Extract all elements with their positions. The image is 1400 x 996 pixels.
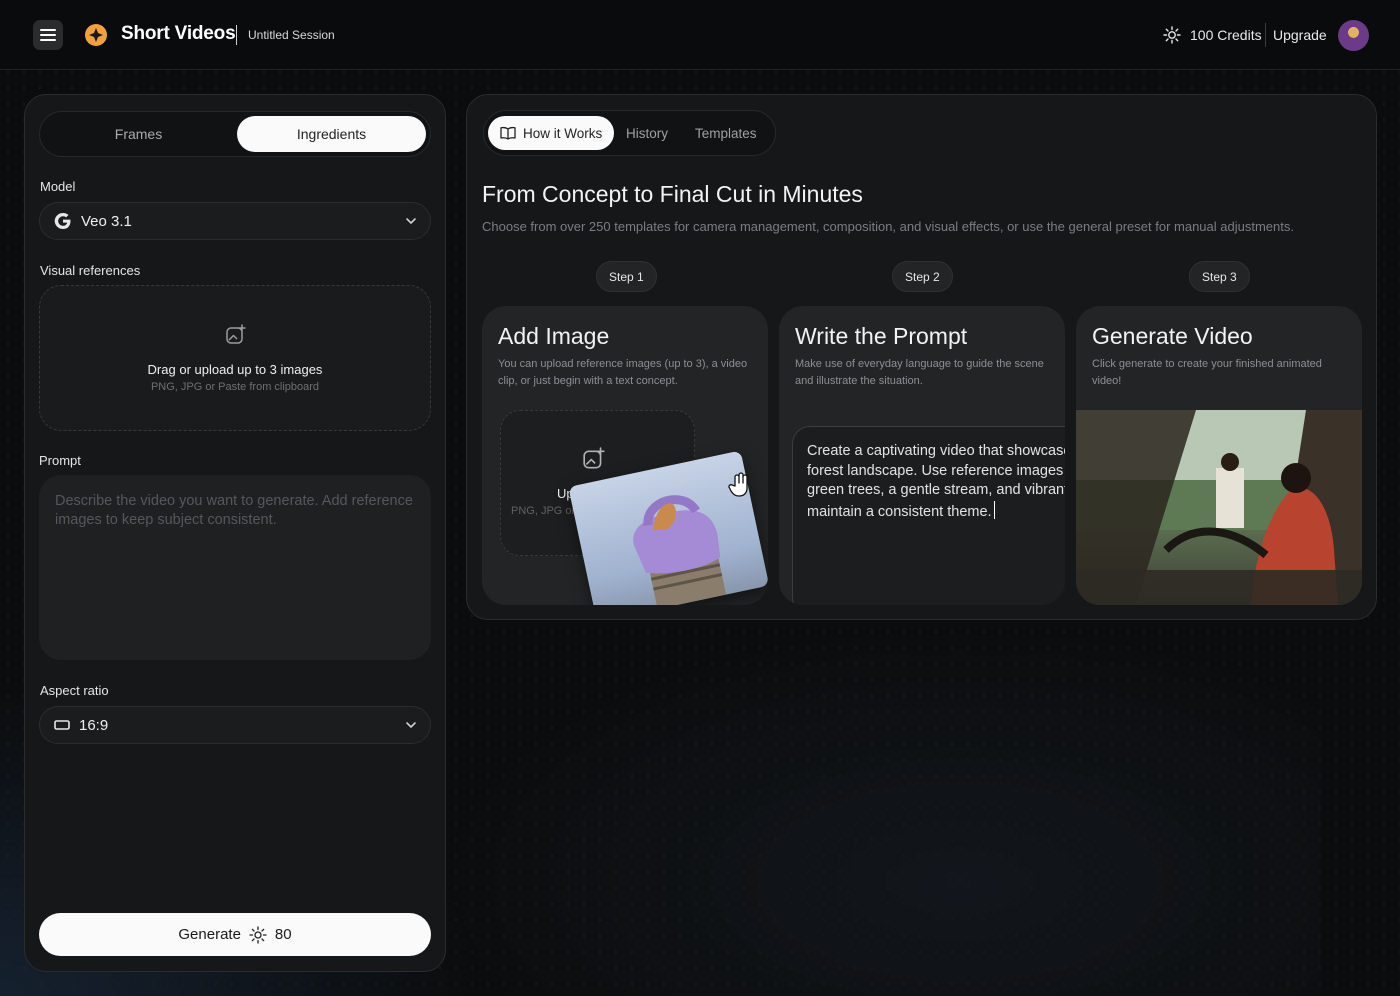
add-image-icon — [583, 447, 605, 469]
aspect-ratio-icon — [54, 720, 70, 730]
prompt-example: Create a captivating video that showcase… — [792, 426, 1065, 605]
model-label: Model — [40, 179, 76, 194]
tab-frames[interactable]: Frames — [44, 116, 233, 152]
prompt-line: Create a captivating video that showcase… — [807, 443, 1065, 459]
app-title: Short Videos — [121, 23, 236, 44]
step-card-generate-video: Generate Video Click generate to create … — [1076, 306, 1362, 605]
prompt-line: maintain a consistent theme. — [807, 503, 992, 520]
text-caret — [993, 500, 996, 519]
sparkle-icon — [1163, 26, 1181, 44]
card-description: Click generate to create your finished a… — [1092, 358, 1322, 387]
chevron-down-icon — [406, 722, 416, 729]
prompt-label: Prompt — [39, 453, 81, 468]
card-title: Generate Video — [1092, 323, 1253, 349]
card-title: Write the Prompt — [795, 323, 968, 349]
generate-cost: 80 — [274, 926, 292, 943]
how-it-works-panel: How it Works History Templates From Conc… — [466, 94, 1377, 620]
prompt-line: forest landscape. Use reference images o… — [807, 462, 1065, 479]
card-description: You can upload reference images (up to 3… — [498, 358, 748, 387]
section-subtitle: Choose from over 250 templates for camer… — [482, 219, 1294, 234]
tab-history[interactable]: History — [626, 116, 668, 150]
prompt-input[interactable]: Describe the video you want to generate.… — [39, 475, 431, 660]
credits-count: 100 Credits — [1190, 27, 1262, 43]
sparkle-icon — [249, 925, 267, 944]
aspect-ratio-select[interactable]: 16:9 — [39, 706, 431, 744]
section-title: From Concept to Final Cut in Minutes — [482, 181, 863, 207]
visual-references-label: Visual references — [40, 263, 141, 278]
generate-button[interactable]: Generate 80 — [39, 913, 431, 956]
step-card-add-image: Add Image You can upload reference image… — [482, 306, 768, 605]
tab-ingredients[interactable]: Ingredients — [237, 116, 426, 152]
aspect-ratio-label: Aspect ratio — [40, 683, 109, 698]
card-description: Make use of everyday language to guide t… — [795, 358, 1044, 387]
google-icon — [54, 213, 71, 229]
logo-icon — [85, 24, 107, 46]
settings-panel: Frames Ingredients Model Veo 3.1 Visual … — [24, 94, 446, 972]
mode-switch: Frames Ingredients — [39, 111, 431, 157]
hand-cursor-icon — [728, 472, 748, 497]
avatar[interactable] — [1338, 20, 1369, 51]
add-image-icon — [226, 324, 246, 344]
book-icon — [500, 126, 516, 140]
prompt-line: green trees, a gentle stream, and vibran… — [807, 482, 1065, 498]
dropzone-hint: PNG, JPG or Paste from clipboard — [150, 381, 320, 393]
model-select[interactable]: Veo 3.1 — [39, 202, 431, 240]
top-bar: Short Videos Untitled Session 100 Credit… — [0, 0, 1400, 70]
dropzone-title: Drag or upload up to 3 images — [147, 362, 323, 377]
chevron-down-icon — [406, 218, 416, 225]
menu-button[interactable] — [33, 20, 63, 50]
content-tabs: How it Works History Templates — [483, 110, 776, 156]
title-divider — [236, 25, 237, 45]
reference-dropzone[interactable]: Drag or upload up to 3 images PNG, JPG o… — [39, 285, 431, 431]
tab-how-it-works[interactable]: How it Works — [488, 116, 615, 150]
generate-label: Generate — [178, 926, 241, 943]
card-title: Add Image — [498, 323, 610, 349]
sample-video-frame — [1076, 410, 1362, 605]
tab-how-it-works-label: How it Works — [523, 125, 603, 141]
step-2-badge: Step 2 — [892, 261, 953, 292]
upgrade-link[interactable]: Upgrade — [1273, 27, 1327, 43]
menu-icon — [40, 29, 56, 41]
model-value: Veo 3.1 — [81, 212, 132, 230]
step-1-badge: Step 1 — [596, 261, 657, 292]
header-divider — [1265, 23, 1266, 47]
session-name[interactable]: Untitled Session — [248, 28, 335, 42]
step-card-write-prompt: Write the Prompt Make use of everyday la… — [779, 306, 1065, 605]
step-3-badge: Step 3 — [1189, 261, 1250, 292]
aspect-ratio-value: 16:9 — [79, 716, 109, 734]
tab-templates[interactable]: Templates — [695, 116, 757, 150]
